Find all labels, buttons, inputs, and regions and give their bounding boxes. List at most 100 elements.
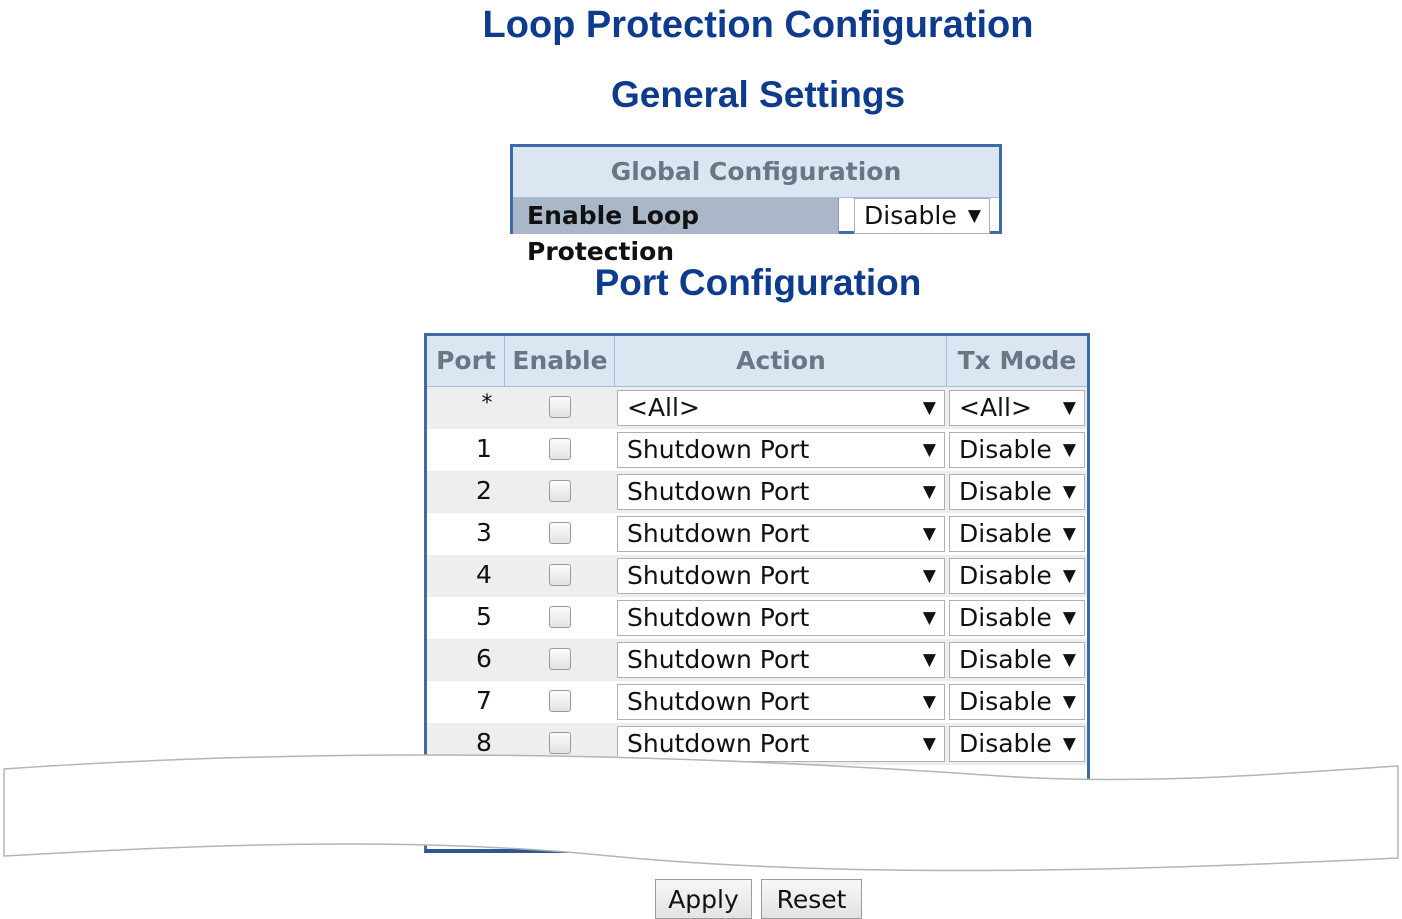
dropdown-arrow-icon: ▼ [1062,524,1076,544]
action-select[interactable]: Shutdown Port ▼ [617,432,945,468]
tx-mode-select[interactable]: Disable ▼ [949,558,1085,594]
dropdown-arrow-icon: ▼ [922,692,936,712]
enable-loop-protection-row: Enable Loop Protection Disable ▼ [513,198,999,266]
action-select[interactable]: Shutdown Port ▼ [617,558,945,594]
tx-mode-value: Disable [959,603,1052,632]
general-settings-title: General Settings [610,74,906,115]
table-row: 8 Shutdown Port ▼ Disable ▼ [427,723,1087,765]
dropdown-arrow-icon: ▼ [1062,692,1076,712]
port-number: 1 [476,434,492,463]
tx-mode-select[interactable]: Disable ▼ [949,600,1085,636]
tx-mode-select[interactable]: Disable ▼ [949,726,1085,762]
dropdown-arrow-icon: ▼ [922,440,936,460]
action-value: Shutdown Port [627,519,810,548]
port-table-header: Port Enable Action Tx Mode [427,336,1087,387]
table-row: 1 Shutdown Port ▼ Disable ▼ [427,429,1087,471]
dropdown-arrow-icon: ▼ [922,650,936,670]
action-value: Shutdown Port [627,435,810,464]
action-select[interactable]: Shutdown Port ▼ [617,642,945,678]
action-select[interactable]: <All> ▼ [617,390,945,426]
enable-checkbox[interactable] [549,522,571,544]
dropdown-arrow-icon: ▼ [922,734,936,754]
dropdown-arrow-icon: ▼ [1062,734,1076,754]
table-row: * <All> ▼ <All> ▼ [427,387,1087,429]
action-select[interactable]: Shutdown Port ▼ [617,516,945,552]
enable-checkbox[interactable] [549,690,571,712]
tx-mode-value: Disable [959,729,1052,758]
dropdown-arrow-icon: ▼ [1062,440,1076,460]
port-number: 8 [476,728,492,757]
action-select[interactable]: Shutdown Port ▼ [617,684,945,720]
dropdown-arrow-icon: ▼ [922,398,936,418]
port-number: 5 [476,602,492,631]
enable-checkbox[interactable] [549,480,571,502]
tx-mode-select[interactable]: Disable ▼ [949,474,1085,510]
global-configuration-table: Global Configuration Enable Loop Protect… [510,144,1002,266]
column-header-action: Action [736,346,826,375]
reset-button[interactable]: Reset [761,879,862,919]
table-row: 3 Shutdown Port ▼ Disable ▼ [427,513,1087,555]
port-number: 2 [476,476,492,505]
action-select[interactable]: Shutdown Port ▼ [617,726,945,762]
port-number: 7 [476,686,492,715]
tx-mode-value: Disable [959,477,1052,506]
tx-mode-value: Disable [959,561,1052,590]
tx-mode-select[interactable]: Disable ▼ [949,642,1085,678]
enable-checkbox[interactable] [549,564,571,586]
enable-checkbox[interactable] [549,396,571,418]
column-header-port: Port [436,346,496,375]
action-value: Shutdown Port [627,729,810,758]
tx-mode-select[interactable]: <All> ▼ [949,390,1085,426]
dropdown-arrow-icon: ▼ [1062,566,1076,586]
table-row: 4 Shutdown Port ▼ Disable ▼ [427,555,1087,597]
column-header-enable: Enable [512,346,608,375]
action-select[interactable]: Shutdown Port ▼ [617,600,945,636]
enable-checkbox[interactable] [549,438,571,460]
dropdown-arrow-icon: ▼ [1062,398,1076,418]
global-configuration-header: Global Configuration [513,147,999,198]
page: Loop Protection Configuration General Se… [0,0,1402,919]
action-value: <All> [627,393,700,422]
tx-mode-value: Disable [959,435,1052,464]
tx-mode-select[interactable]: Disable ▼ [949,432,1085,468]
enable-loop-protection-select[interactable]: Disable ▼ [854,198,990,234]
tx-mode-value: Disable [959,519,1052,548]
table-row: 5 Shutdown Port ▼ Disable ▼ [427,597,1087,639]
dropdown-arrow-icon: ▼ [922,608,936,628]
port-number: 4 [476,560,492,589]
column-header-tx-mode: Tx Mode [957,346,1077,375]
dropdown-arrow-icon: ▼ [922,566,936,586]
tx-mode-select[interactable]: Disable ▼ [949,516,1085,552]
enable-checkbox[interactable] [549,606,571,628]
port-number: 3 [476,518,492,547]
port-configuration-title: Port Configuration [594,262,922,303]
action-value: Shutdown Port [627,687,810,716]
action-value: Shutdown Port [627,561,810,590]
tx-mode-select[interactable]: Disable ▼ [949,684,1085,720]
page-title: Loop Protection Configuration [482,4,1034,46]
table-row: 2 Shutdown Port ▼ Disable ▼ [427,471,1087,513]
dropdown-arrow-icon: ▼ [1062,482,1076,502]
tx-mode-value: <All> [959,393,1032,422]
dropdown-arrow-icon: ▼ [1062,608,1076,628]
enable-checkbox[interactable] [549,732,571,754]
dropdown-arrow-icon: ▼ [1062,650,1076,670]
table-row: 6 Shutdown Port ▼ Disable ▼ [427,639,1087,681]
port-configuration-table: Port Enable Action Tx Mode * <All> ▼ <All> ▼… [424,333,1090,853]
action-value: Shutdown Port [627,477,810,506]
enable-checkbox[interactable] [549,648,571,670]
tx-mode-value: Disable [959,645,1052,674]
action-select[interactable]: Shutdown Port ▼ [617,474,945,510]
action-value: Shutdown Port [627,603,810,632]
apply-button[interactable]: Apply [655,879,752,919]
enable-loop-protection-label: Enable Loop Protection [513,198,839,266]
tx-mode-value: Disable [959,687,1052,716]
table-row: 7 Shutdown Port ▼ Disable ▼ [427,681,1087,723]
dropdown-arrow-icon: ▼ [922,482,936,502]
port-number: 6 [476,644,492,673]
dropdown-arrow-icon: ▼ [922,524,936,544]
enable-loop-protection-value: Disable [864,201,957,230]
dropdown-arrow-icon: ▼ [967,206,981,226]
port-number: * [481,391,493,416]
action-value: Shutdown Port [627,645,810,674]
